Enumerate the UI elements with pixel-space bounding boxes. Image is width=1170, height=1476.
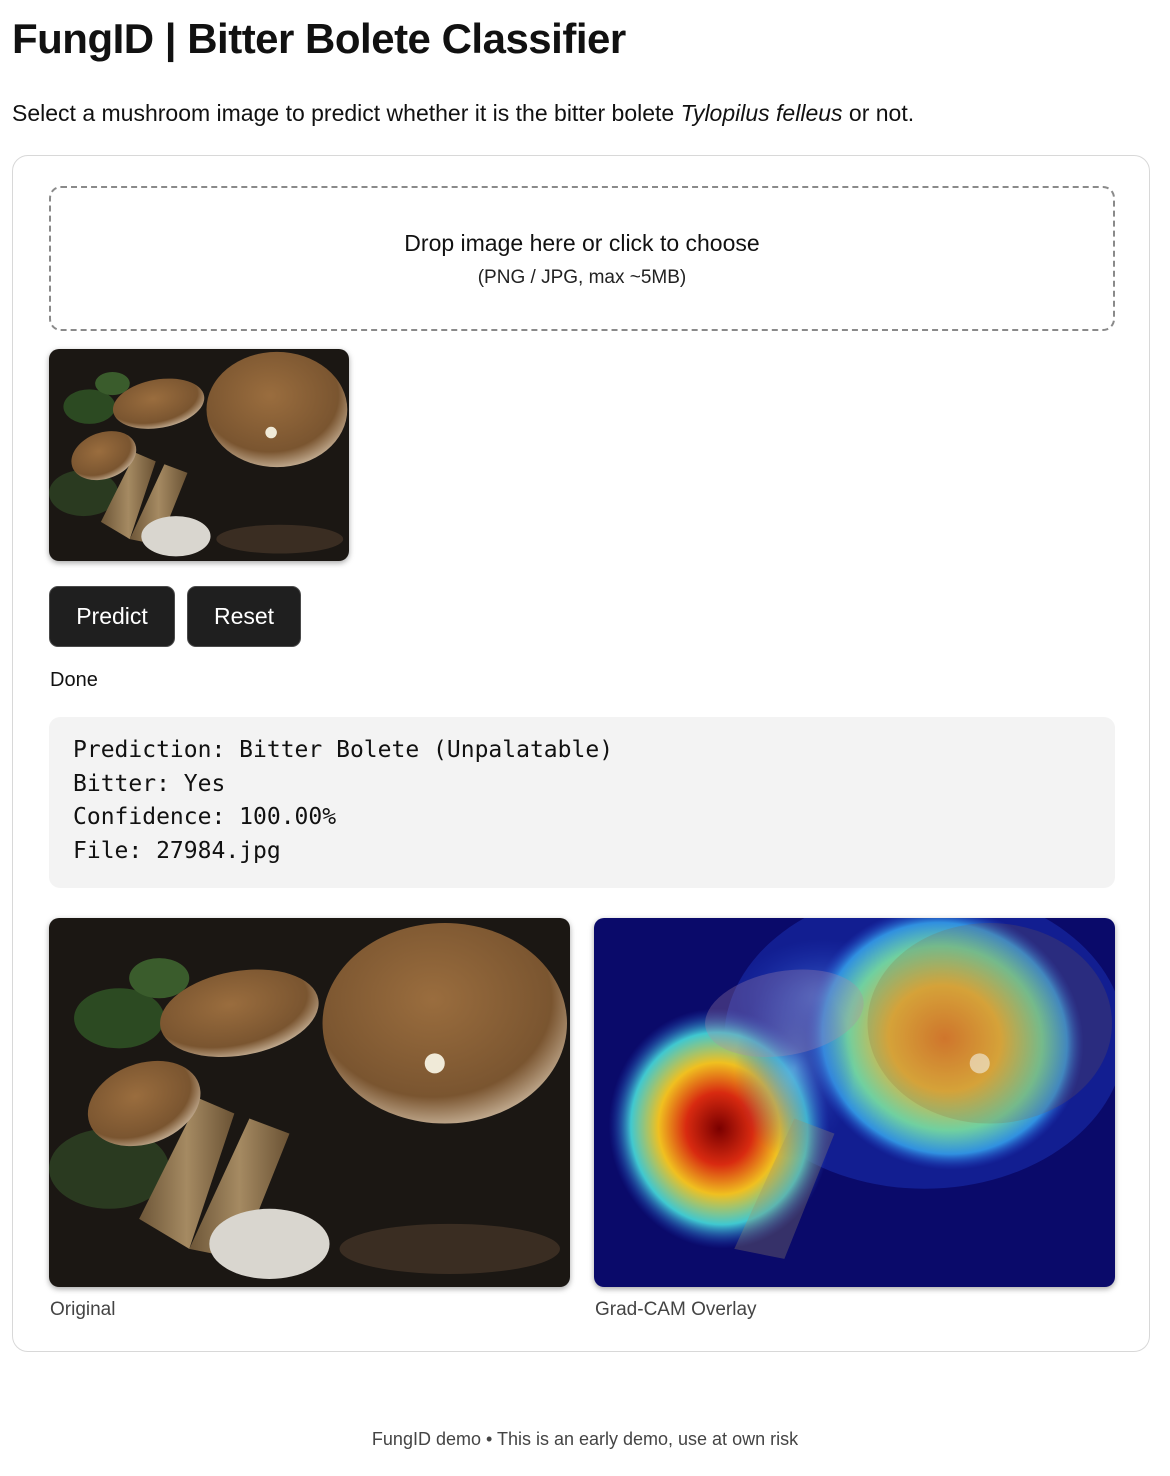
gradcam-caption: Grad-CAM Overlay <box>595 1299 757 1320</box>
classifier-card: Drop image here or click to choose (PNG … <box>12 155 1150 1352</box>
mushroom-original-image <box>49 918 570 1287</box>
file-line: File: 27984.jpg <box>73 837 281 864</box>
prediction-result-box: Prediction: Bitter Bolete (Unpalatable) … <box>49 717 1115 888</box>
thumbnail-preview <box>49 349 349 561</box>
original-image <box>49 918 570 1287</box>
gradcam-overlay-image <box>594 918 1115 1287</box>
prediction-line: Prediction: Bitter Bolete (Unpalatable) <box>73 737 614 763</box>
confidence-line: Confidence: 100.00% <box>73 804 337 830</box>
footer: FungID demo • This is an early demo, use… <box>371 1429 799 1449</box>
image-dropzone[interactable]: Drop image here or click to choose (PNG … <box>49 186 1115 331</box>
species-name: Tylopilus felleus <box>680 100 843 126</box>
predict-button[interactable]: Predict <box>49 586 175 647</box>
dropzone-label: Drop image here or click to choose <box>404 230 760 256</box>
status-text: Done <box>50 669 98 691</box>
bitter-line: Bitter: Yes <box>73 770 226 797</box>
mushroom-thumbnail-image <box>49 349 349 561</box>
page-title: FungID | Bitter Bolete Classifier <box>12 15 626 62</box>
gradcam-heatmap-image <box>594 918 1115 1287</box>
intro-text: Select a mushroom image to predict wheth… <box>12 98 914 128</box>
intro-text-end: or not. <box>842 100 915 126</box>
page: FungID | Bitter Bolete Classifier Select… <box>0 0 1170 1476</box>
intro-text-start: Select a mushroom image to predict wheth… <box>12 100 681 126</box>
reset-button[interactable]: Reset <box>187 586 301 647</box>
original-caption: Original <box>50 1299 116 1320</box>
dropzone-hint: (PNG / JPG, max ~5MB) <box>477 267 687 288</box>
